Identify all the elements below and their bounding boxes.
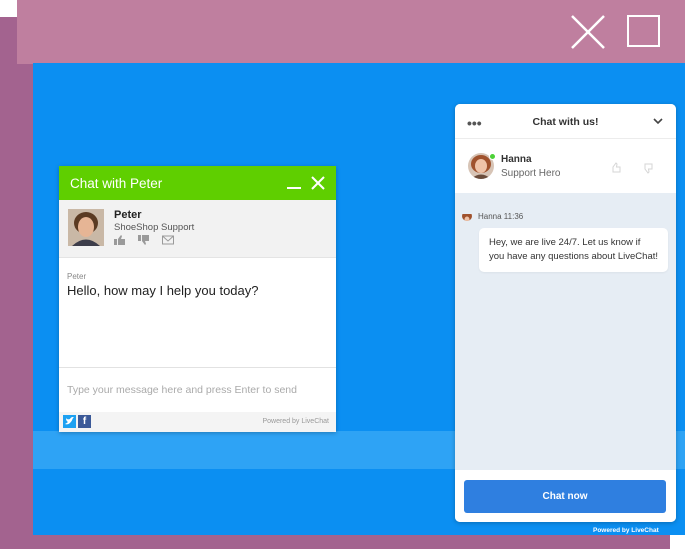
powered-by[interactable]: Powered by LiveChat: [593, 527, 659, 534]
chat-header[interactable]: Chat with Peter: [59, 166, 336, 200]
chat-title: Chat with Peter: [70, 175, 163, 191]
agent-info: Hanna Support Hero: [455, 139, 676, 193]
message-meta: Hanna 11:36: [462, 211, 523, 221]
close-icon[interactable]: [570, 14, 606, 50]
chat-title: Chat with us!: [532, 116, 599, 128]
message-area: Peter Hello, how may I help you today?: [59, 258, 336, 368]
agent-name: Hanna: [501, 154, 532, 165]
chat-widget-peter: Chat with Peter Peter ShoeShop Support P…: [59, 166, 336, 432]
message-author: Peter: [67, 272, 87, 281]
powered-by[interactable]: Powered by LiveChat: [262, 418, 329, 425]
minimize-icon[interactable]: [286, 175, 302, 191]
chat-header: ••• Chat with us!: [455, 104, 676, 139]
message-text: Hello, how may I help you today?: [67, 283, 259, 298]
maximize-icon[interactable]: [627, 15, 660, 47]
facebook-icon[interactable]: f: [78, 415, 91, 428]
thumbs-up-icon[interactable]: [114, 235, 126, 245]
close-icon[interactable]: [310, 175, 326, 191]
agent-role: Support Hero: [501, 168, 561, 179]
thumbs-down-icon[interactable]: [637, 157, 659, 179]
message-bubble: Hey, we are live 24/7. Let us know if yo…: [479, 228, 668, 272]
chat-now-button[interactable]: Chat now: [464, 480, 666, 513]
chat-footer: f Powered by LiveChat: [59, 412, 336, 432]
online-status-indicator: [489, 153, 496, 160]
chevron-down-icon[interactable]: [652, 115, 664, 127]
twitter-icon[interactable]: [63, 415, 76, 428]
agent-role: ShoeShop Support: [114, 222, 195, 233]
rating-icons: [114, 235, 186, 245]
agent-info: Peter ShoeShop Support: [59, 200, 336, 258]
thumbs-down-icon[interactable]: [138, 235, 150, 245]
thumbs-up-icon[interactable]: [605, 157, 627, 179]
avatar: [68, 209, 104, 246]
message-input[interactable]: [59, 369, 336, 411]
chat-footer: Chat now: [455, 470, 676, 522]
message-sender-time: Hanna 11:36: [478, 211, 524, 221]
agent-name: Peter: [114, 209, 142, 221]
avatar: [462, 211, 472, 221]
email-transcript-icon[interactable]: [162, 235, 174, 245]
chat-widget-hanna: ••• Chat with us! Hanna Support Hero Han…: [455, 104, 676, 522]
